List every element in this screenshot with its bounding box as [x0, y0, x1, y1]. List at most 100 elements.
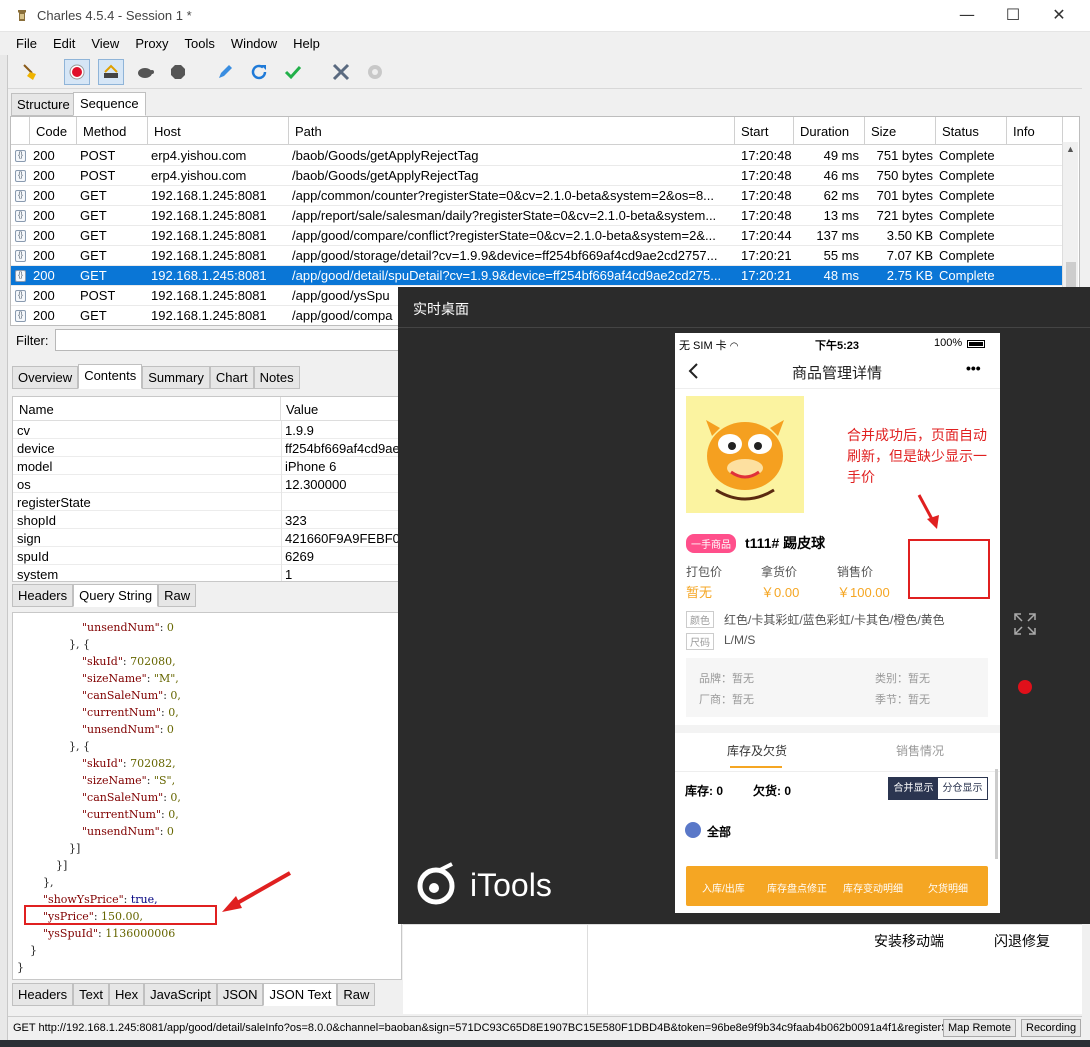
header-host[interactable]: Host: [148, 117, 289, 145]
header-status[interactable]: Status: [936, 117, 1007, 145]
param-row[interactable]: sign 421660F9A9FEBF0F3: [13, 529, 401, 547]
json-line: }: [30, 944, 37, 957]
cell-path: /app/good/detail/spuDetail?cv=1.9.9&devi…: [292, 268, 722, 283]
cell-duration: 55 ms: [823, 248, 859, 263]
param-row[interactable]: device ff254bf669af4cd9ae: [13, 439, 401, 457]
tab-text[interactable]: Text: [73, 983, 109, 1006]
menu-file[interactable]: File: [8, 33, 45, 55]
map-remote-button[interactable]: Map Remote: [943, 1019, 1016, 1037]
table-row[interactable]: {} 200 GET 192.168.1.245:8081/app/good/comp…: [11, 226, 1063, 246]
header-code[interactable]: Code: [30, 117, 77, 145]
menu-window[interactable]: Window: [223, 33, 285, 55]
fullscreen-icon[interactable]: [1013, 612, 1037, 636]
throttle-icon[interactable]: [98, 59, 124, 85]
maximize-button[interactable]: ☐: [1001, 4, 1025, 28]
header-path[interactable]: Path: [289, 117, 735, 145]
tab-chart[interactable]: Chart: [209, 366, 254, 389]
cell-code: 200: [33, 228, 55, 243]
table-row[interactable]: {} 200 POST erp4.yishou.com/baob/Goods/getA…: [11, 146, 1063, 166]
cell-size: 7.07 KB: [886, 248, 933, 263]
menu-help[interactable]: Help: [285, 33, 328, 55]
menu-tools[interactable]: Tools: [177, 33, 223, 55]
split-display-button[interactable]: 分仓显示: [938, 778, 987, 799]
record-icon[interactable]: [64, 59, 90, 85]
pen-icon[interactable]: [212, 59, 238, 85]
cell-duration: 46 ms: [823, 168, 859, 183]
owe-detail-button[interactable]: 欠货明细: [928, 880, 968, 895]
table-row[interactable]: {} 200 POST erp4.yishou.com/baob/Goods/getA…: [11, 166, 1063, 186]
product-image[interactable]: [686, 396, 804, 513]
tab-query-string[interactable]: Query String: [73, 584, 159, 607]
more-icon[interactable]: •••: [966, 360, 981, 376]
menu-view[interactable]: View: [83, 33, 127, 55]
param-row[interactable]: model iPhone 6: [13, 457, 401, 475]
table-row[interactable]: {} 200 GET 192.168.1.245:8081/app/good/stor…: [11, 246, 1063, 266]
table-row[interactable]: {} 200 GET 192.168.1.245:8081/app/common/co…: [11, 186, 1063, 206]
season-label: 季节：暂无: [875, 694, 930, 706]
cell-size: 3.50 KB: [886, 228, 933, 243]
param-row[interactable]: registerState: [13, 493, 401, 511]
window-title: Charles 4.5.4 - Session 1 *: [37, 8, 192, 23]
tab-resp-headers[interactable]: Headers: [12, 983, 74, 1006]
tab-structure[interactable]: Structure: [11, 93, 76, 116]
check-icon[interactable]: [280, 59, 306, 85]
tab-sales[interactable]: 销售情况: [896, 742, 944, 759]
crash-fix-link[interactable]: 闪退修复: [994, 931, 1050, 951]
merge-display-button[interactable]: 合并显示: [889, 778, 938, 799]
tab-summary[interactable]: Summary: [142, 366, 210, 389]
tab-notes[interactable]: Notes: [253, 366, 300, 389]
cell-host: 192.168.1.245:8081: [151, 248, 267, 263]
back-icon[interactable]: [687, 362, 699, 380]
header-start[interactable]: Start: [735, 117, 794, 145]
minimize-button[interactable]: —: [955, 4, 979, 28]
scroll-up-icon[interactable]: ▲: [1066, 144, 1075, 154]
cell-code: 200: [33, 288, 55, 303]
recording-button[interactable]: Recording: [1021, 1019, 1082, 1037]
settings-icon[interactable]: [362, 59, 388, 85]
record-dot-icon[interactable]: [1018, 680, 1032, 694]
cell-path: /app/report/sale/salesman/daily?register…: [292, 208, 717, 223]
tab-javascript[interactable]: JavaScript: [144, 983, 217, 1006]
param-row[interactable]: os 12.300000: [13, 475, 401, 493]
menu-edit[interactable]: Edit: [45, 33, 83, 55]
tab-overview[interactable]: Overview: [12, 366, 79, 389]
price-value-buy: ￥0.00: [761, 585, 800, 600]
install-mobile-link[interactable]: 安装移动端: [874, 931, 944, 951]
tab-contents[interactable]: Contents: [78, 364, 143, 389]
tab-stock[interactable]: 库存及欠货: [727, 742, 787, 759]
header-size[interactable]: Size: [865, 117, 936, 145]
header-duration[interactable]: Duration: [794, 117, 865, 145]
cell-duration: 48 ms: [823, 268, 859, 283]
param-row[interactable]: spuId 6269: [13, 547, 401, 565]
param-row[interactable]: shopId 323: [13, 511, 401, 529]
broom-icon[interactable]: [18, 59, 44, 85]
header-info[interactable]: Info: [1007, 117, 1063, 145]
table-row[interactable]: {} 200 GET 192.168.1.245:8081/app/good/deta…: [11, 266, 1063, 286]
turtle-icon[interactable]: [132, 59, 158, 85]
stop-icon[interactable]: [165, 59, 191, 85]
in-out-button[interactable]: 入库/出库: [702, 880, 745, 895]
json-line: "skuId": 702080,: [82, 655, 176, 668]
tab-req-headers[interactable]: Headers: [12, 584, 74, 607]
inventory-fix-button[interactable]: 库存盘点修正: [767, 880, 827, 895]
tab-hex[interactable]: Hex: [108, 983, 145, 1006]
header-method[interactable]: Method: [77, 117, 148, 145]
refresh-icon[interactable]: [246, 59, 272, 85]
param-row[interactable]: cv 1.9.9: [13, 421, 401, 439]
close-button[interactable]: ✕: [1047, 4, 1071, 28]
filter-input[interactable]: [55, 329, 400, 351]
tools-icon[interactable]: [328, 59, 354, 85]
tab-sequence[interactable]: Sequence: [73, 92, 146, 116]
menu-proxy[interactable]: Proxy: [127, 33, 176, 55]
tab-json[interactable]: JSON: [216, 983, 264, 1006]
meta-box: 品牌：暂无 类别：暂无 厂商：暂无 季节：暂无: [686, 658, 988, 717]
phone-battery: 100%: [934, 337, 963, 349]
tab-json-text[interactable]: JSON Text: [263, 983, 338, 1006]
tab-req-raw[interactable]: Raw: [158, 584, 197, 607]
table-row[interactable]: {} 200 GET 192.168.1.245:8081/app/report/sa…: [11, 206, 1063, 226]
param-row[interactable]: system 1: [13, 565, 401, 581]
tab-resp-raw[interactable]: Raw: [337, 983, 376, 1006]
background-panel: 安装移动端 闪退修复: [403, 924, 1082, 1015]
request-icon: {}: [15, 150, 26, 162]
stock-change-button[interactable]: 库存变动明细: [843, 880, 903, 895]
